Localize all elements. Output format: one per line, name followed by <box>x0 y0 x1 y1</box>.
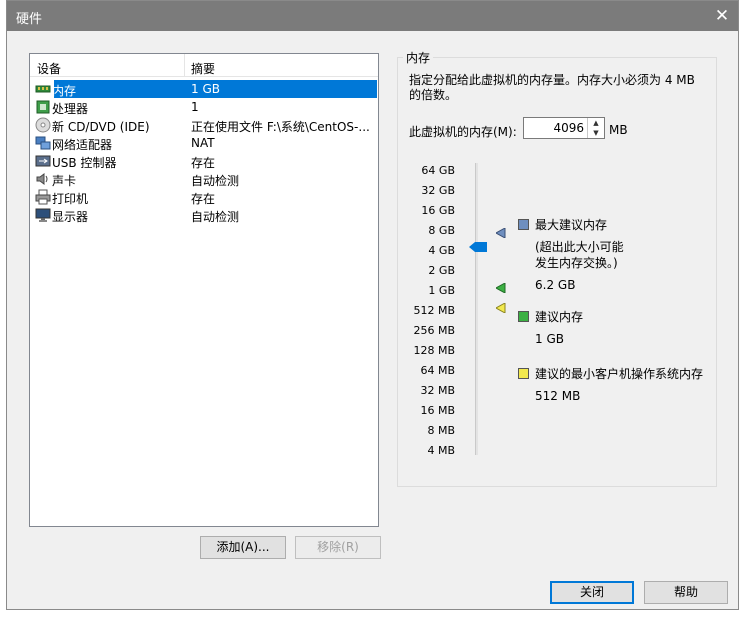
memory-unit: MB <box>609 123 628 137</box>
scale-label: 16 GB <box>421 204 455 217</box>
processor-icon <box>36 100 50 114</box>
memory-spinbox[interactable]: 4096 ▲ ▼ <box>523 117 605 139</box>
max-recommended-value: 6.2 GB <box>535 278 576 292</box>
hardware-dialog: 硬件 ✕ 设备 摘要 内存 1 GB 处理器 1 新 CD/DVD (IDE) … <box>6 0 739 610</box>
scale-label: 2 GB <box>428 264 455 277</box>
max-recommended-legend: 最大建议内存 (超出此大小可能 发生内存交换。) 6.2 GB <box>535 217 624 293</box>
max-recommended-legend-icon <box>518 219 529 230</box>
help-button[interactable]: 帮助 <box>644 581 728 604</box>
sound-card-icon <box>36 173 48 185</box>
cd-dvd-icon <box>35 117 51 133</box>
display-icon <box>35 208 51 222</box>
close-icon[interactable]: ✕ <box>706 1 738 31</box>
scale-label: 32 MB <box>420 384 455 397</box>
device-name: 声卡 <box>52 174 77 188</box>
device-name: 打印机 <box>52 192 89 206</box>
printer-icon <box>35 189 51 205</box>
title-bar: 硬件 ✕ <box>7 1 738 31</box>
column-header-summary[interactable]: 摘要 <box>191 60 215 77</box>
spin-up-icon[interactable]: ▲ <box>588 118 604 128</box>
device-summary: 自动检测 <box>191 210 240 224</box>
recommended-value: 1 GB <box>535 332 564 346</box>
scale-label: 512 MB <box>413 304 455 317</box>
recommended-legend: 建议内存 1 GB <box>535 309 583 347</box>
scale-label: 256 MB <box>413 324 455 337</box>
scale-label: 4 MB <box>427 444 455 457</box>
recommended-marker-icon <box>496 283 506 293</box>
max-recommended-title: 最大建议内存 <box>535 218 608 232</box>
dialog-title: 硬件 <box>16 12 43 27</box>
minimum-legend: 建议的最小客户机操作系统内存 512 MB <box>535 366 703 404</box>
device-row-usb-controller[interactable]: USB 控制器 存在 <box>30 152 378 170</box>
scale-label: 64 MB <box>420 364 455 377</box>
memory-slider-track[interactable] <box>475 163 478 455</box>
spinner-buttons: ▲ ▼ <box>587 118 604 138</box>
column-header-device[interactable]: 设备 <box>37 60 61 77</box>
device-summary: 自动检测 <box>191 174 240 188</box>
device-row-memory[interactable]: 内存 1 GB <box>30 80 378 98</box>
device-name: 内存 <box>52 84 77 98</box>
scale-label: 64 GB <box>421 164 455 177</box>
device-row-display[interactable]: 显示器 自动检测 <box>30 206 378 224</box>
add-button[interactable]: 添加(A)... <box>200 536 286 559</box>
max-recommended-note-line2: 发生内存交换。) <box>535 256 618 270</box>
network-adapter-icon <box>35 136 51 150</box>
device-row-network-adapter[interactable]: 网络适配器 NAT <box>30 134 378 152</box>
device-name: 显示器 <box>52 210 89 224</box>
device-list-header: 设备 摘要 <box>30 54 378 77</box>
device-row-cd-dvd[interactable]: 新 CD/DVD (IDE) 正在使用文件 F:\系统\CentOS-... <box>30 116 378 134</box>
memory-value[interactable]: 4096 <box>553 121 584 135</box>
minimum-legend-icon <box>518 368 529 379</box>
device-name: USB 控制器 <box>52 156 117 170</box>
device-name: 新 CD/DVD (IDE) <box>52 120 150 134</box>
minimum-title: 建议的最小客户机操作系统内存 <box>535 367 704 381</box>
scale-label: 128 MB <box>413 344 455 357</box>
memory-slider-thumb[interactable] <box>469 242 487 252</box>
scale-label: 16 MB <box>420 404 455 417</box>
device-summary: 存在 <box>191 156 216 170</box>
remove-button[interactable]: 移除(R) <box>295 536 381 559</box>
device-row-printer[interactable]: 打印机 存在 <box>30 188 378 206</box>
recommended-title: 建议内存 <box>535 310 584 324</box>
max-recommended-note-line1: (超出此大小可能 <box>535 240 624 254</box>
scale-label: 8 MB <box>427 424 455 437</box>
usb-icon <box>35 155 51 167</box>
recommended-legend-icon <box>518 311 529 322</box>
memory-group-title: 内存 <box>403 49 434 66</box>
device-summary: 1 GB <box>191 82 220 96</box>
device-summary: NAT <box>191 136 215 150</box>
minimum-marker-icon <box>496 303 506 313</box>
device-summary: 1 <box>191 100 199 114</box>
device-list[interactable]: 设备 摘要 内存 1 GB 处理器 1 新 CD/DVD (IDE) 正在使用文… <box>29 53 379 527</box>
device-name: 网络适配器 <box>52 138 113 152</box>
device-row-processor[interactable]: 处理器 1 <box>30 98 378 116</box>
scale-label: 1 GB <box>428 284 455 297</box>
memory-description: 指定分配给此虚拟机的内存量。内存大小必须为 4 MB 的倍数。 <box>409 73 695 102</box>
scale-label: 4 GB <box>428 244 455 257</box>
scale-label: 8 GB <box>428 224 455 237</box>
device-name: 处理器 <box>52 102 89 116</box>
column-divider[interactable] <box>184 54 185 76</box>
device-row-sound-card[interactable]: 声卡 自动检测 <box>30 170 378 188</box>
max-recommended-marker-icon <box>496 228 506 238</box>
memory-icon <box>35 85 51 93</box>
spin-down-icon[interactable]: ▼ <box>588 128 604 138</box>
device-summary: 正在使用文件 F:\系统\CentOS-... <box>191 120 370 134</box>
device-summary: 存在 <box>191 192 216 206</box>
memory-field-label: 此虚拟机的内存(M): <box>409 125 517 139</box>
minimum-value: 512 MB <box>535 389 581 403</box>
close-button[interactable]: 关闭 <box>550 581 634 604</box>
scale-label: 32 GB <box>421 184 455 197</box>
